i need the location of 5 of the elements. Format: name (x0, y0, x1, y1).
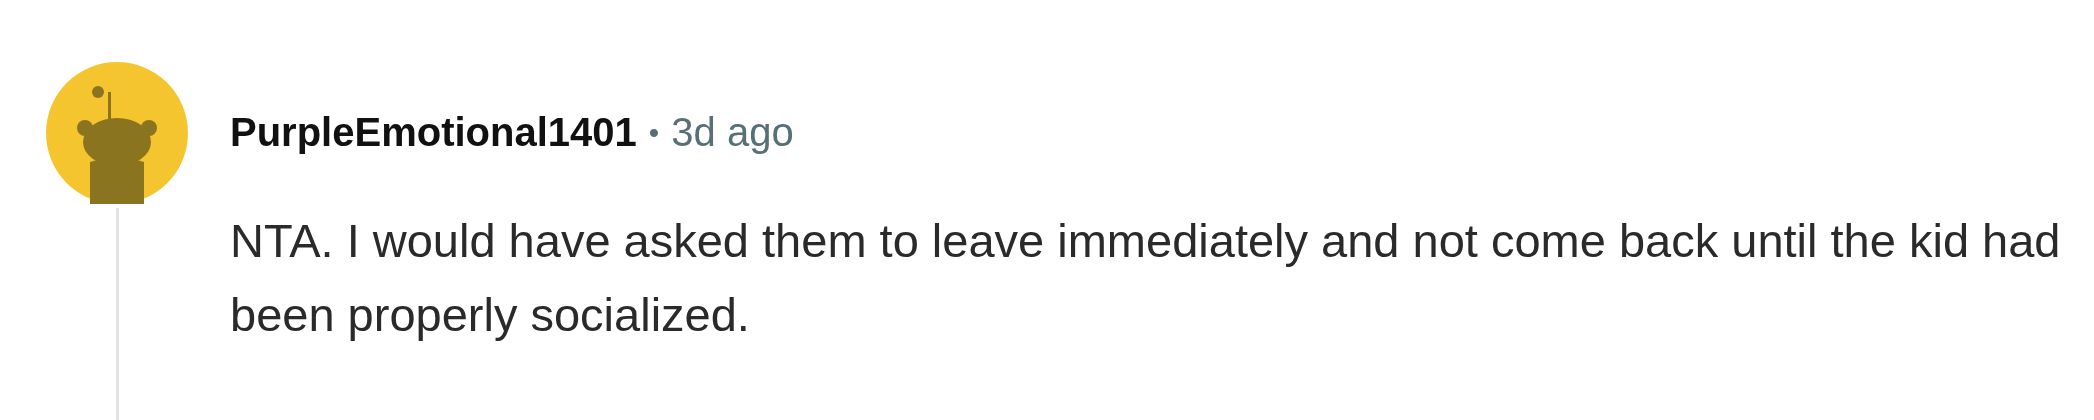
avatar-icon (46, 62, 188, 204)
comment-text: NTA. I would have asked them to leave immediately and not come back until the kid had been properly socialized. (230, 213, 2062, 343)
username[interactable]: PurpleEmotional1401 (230, 102, 637, 162)
separator-dot: • (648, 114, 660, 151)
timestamp: 3d ago (671, 109, 794, 156)
